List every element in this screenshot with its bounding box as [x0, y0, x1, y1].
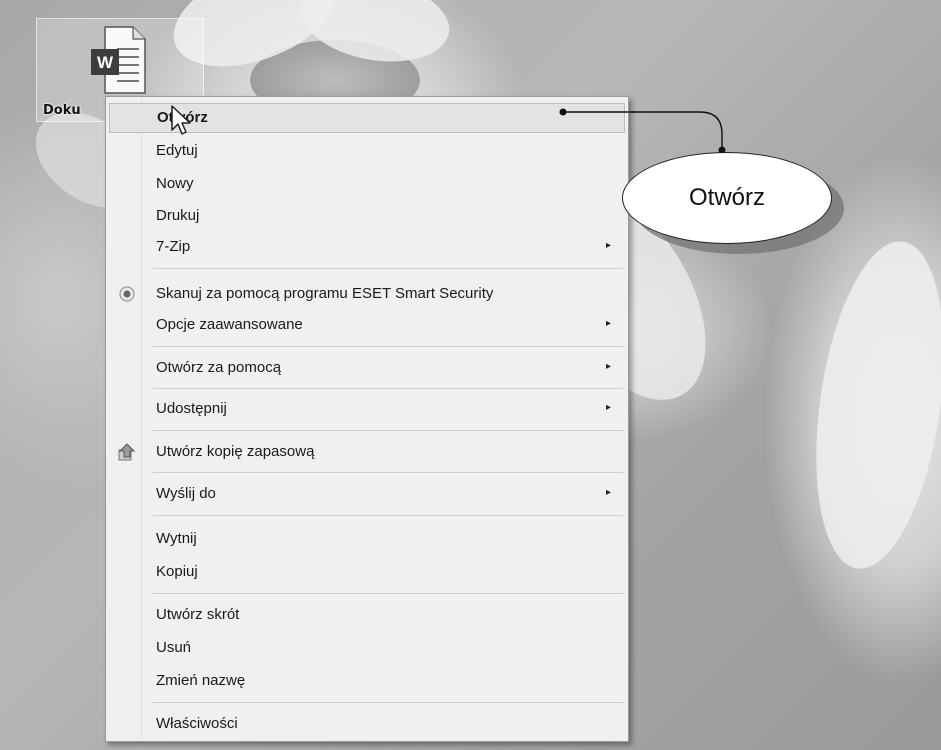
menu-item-new[interactable]: Nowy: [109, 169, 625, 199]
menu-item-label: 7-Zip: [156, 238, 191, 255]
menu-separator: [153, 515, 623, 516]
menu-item-delete[interactable]: Usuń: [109, 633, 625, 663]
submenu-arrow-icon: ▸: [605, 402, 611, 413]
desktop-file-label: Doku: [43, 103, 81, 118]
menu-item-rename[interactable]: Zmień nazwę: [109, 666, 625, 696]
menu-item-share[interactable]: Udostępnij ▸: [109, 394, 625, 424]
menu-item-edit[interactable]: Edytuj: [109, 136, 625, 166]
menu-item-label: Właściwości: [156, 715, 238, 732]
menu-item-label: Otwórz za pomocą: [156, 359, 282, 376]
context-menu: Otwórz Edytuj Nowy Drukuj 7-Zip ▸ Skanuj…: [105, 96, 629, 742]
menu-item-label: Wyślij do: [156, 485, 216, 502]
menu-item-label: Kopiuj: [156, 563, 198, 580]
word-document-icon: W: [91, 26, 146, 94]
menu-item-label: Skanuj za pomocą programu ESET Smart Sec…: [156, 285, 494, 302]
menu-separator: [153, 268, 623, 269]
menu-item-label: Wytnij: [156, 530, 197, 547]
menu-item-label: Nowy: [156, 175, 194, 192]
callout-bubble: Otwórz: [622, 152, 832, 244]
menu-item-backup[interactable]: Utwórz kopię zapasową: [109, 437, 625, 467]
menu-item-create-shortcut[interactable]: Utwórz skrót: [109, 600, 625, 630]
menu-item-print[interactable]: Drukuj: [109, 201, 625, 231]
submenu-arrow-icon: ▸: [605, 240, 611, 251]
menu-separator: [153, 388, 623, 389]
menu-item-label: Zmień nazwę: [156, 672, 246, 689]
menu-separator: [153, 702, 623, 703]
menu-item-open-with[interactable]: Otwórz za pomocą ▸: [109, 353, 625, 383]
submenu-arrow-icon: ▸: [605, 487, 611, 498]
menu-item-label: Edytuj: [156, 142, 198, 159]
wallpaper-petal: [797, 233, 941, 577]
menu-item-label: Usuń: [156, 639, 192, 656]
menu-item-copy[interactable]: Kopiuj: [109, 557, 625, 587]
menu-separator: [153, 593, 623, 594]
menu-item-label: Utwórz skrót: [156, 606, 240, 623]
menu-item-eset-scan[interactable]: Skanuj za pomocą programu ESET Smart Sec…: [109, 279, 625, 309]
menu-item-advanced-options[interactable]: Opcje zaawansowane ▸: [109, 310, 625, 340]
mouse-pointer-icon: [171, 105, 191, 135]
submenu-arrow-icon: ▸: [605, 318, 611, 329]
menu-separator: [153, 472, 623, 473]
menu-separator: [153, 430, 623, 431]
menu-item-properties[interactable]: Właściwości: [109, 709, 625, 739]
submenu-arrow-icon: ▸: [605, 361, 611, 372]
menu-item-label: Utwórz kopię zapasową: [156, 443, 315, 460]
backup-icon: [118, 443, 136, 461]
menu-item-send-to[interactable]: Wyślij do ▸: [109, 479, 625, 509]
menu-item-label: Udostępnij: [156, 400, 227, 417]
svg-text:W: W: [97, 53, 114, 72]
menu-item-label: Drukuj: [156, 207, 200, 224]
eset-scan-icon: [119, 286, 135, 302]
menu-item-cut[interactable]: Wytnij: [109, 524, 625, 554]
menu-separator: [153, 346, 623, 347]
menu-item-label: Opcje zaawansowane: [156, 316, 303, 333]
menu-item-7zip[interactable]: 7-Zip ▸: [109, 232, 625, 262]
